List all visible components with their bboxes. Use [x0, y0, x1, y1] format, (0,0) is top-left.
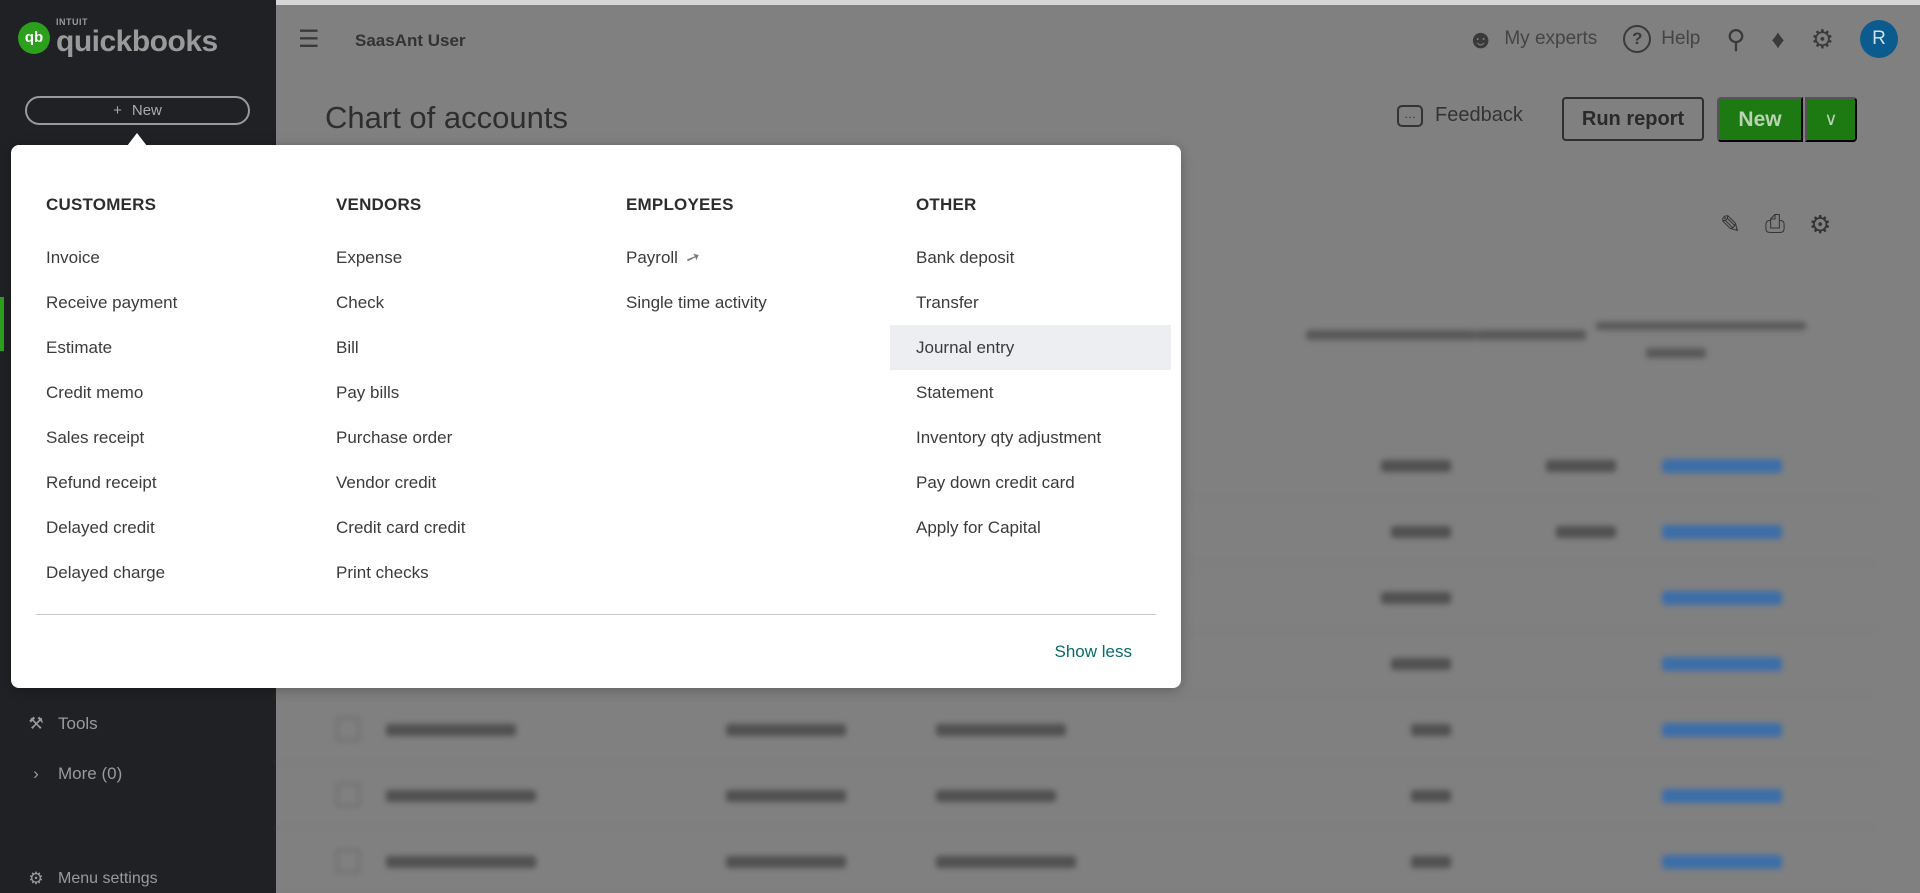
menu-item-transfer[interactable]: Transfer [916, 280, 1166, 325]
menu-item-receive-payment[interactable]: Receive payment [46, 280, 296, 325]
menu-item-expense[interactable]: Expense [336, 235, 586, 280]
sidebar-item-tools[interactable]: ⚒ Tools [26, 714, 98, 734]
menu-column-other: OTHER Bank deposit Transfer Journal entr… [890, 195, 1171, 550]
menu-item-pay-down-credit-card[interactable]: Pay down credit card [916, 460, 1166, 505]
feedback-icon: … [1397, 104, 1423, 127]
menu-item-inventory-qty-adjustment[interactable]: Inventory qty adjustment [916, 415, 1166, 460]
sidebar-item-label: Tools [58, 714, 98, 733]
menu-item-delayed-charge[interactable]: Delayed charge [46, 550, 296, 595]
new-transaction-menu: CUSTOMERS Invoice Receive payment Estima… [11, 145, 1181, 688]
menu-item-apply-for-capital[interactable]: Apply for Capital [916, 505, 1166, 550]
menu-item-single-time-activity[interactable]: Single time activity [626, 280, 876, 325]
menu-item-credit-memo[interactable]: Credit memo [46, 370, 296, 415]
logo-name: quickbooks [56, 25, 218, 58]
hamburger-icon[interactable]: ☰ [298, 25, 320, 54]
sidebar-item-menu-settings[interactable]: ⚙ Menu settings [26, 869, 158, 889]
print-icon[interactable]: ⎙ [1765, 210, 1785, 240]
menu-column-customers: CUSTOMERS Invoice Receive payment Estima… [46, 195, 296, 595]
menu-item-delayed-credit[interactable]: Delayed credit [46, 505, 296, 550]
sidebar-item-label: Menu settings [58, 870, 158, 887]
menu-item-refund-receipt[interactable]: Refund receipt [46, 460, 296, 505]
avatar[interactable]: R [1860, 20, 1898, 58]
menu-column-vendors: VENDORS Expense Check Bill Pay bills Pur… [336, 195, 586, 595]
bell-icon[interactable]: ♦ [1771, 24, 1784, 55]
menu-pointer [127, 133, 147, 146]
menu-column-heading: EMPLOYEES [626, 195, 734, 214]
menu-item-pay-bills[interactable]: Pay bills [336, 370, 586, 415]
menu-item-credit-card-credit[interactable]: Credit card credit [336, 505, 586, 550]
menu-item-check[interactable]: Check [336, 280, 586, 325]
pencil-icon[interactable]: ✎ [1720, 210, 1741, 240]
menu-item-bill[interactable]: Bill [336, 325, 586, 370]
chevron-right-icon: › [33, 764, 39, 783]
new-dropdown-button[interactable]: ∨ [1805, 97, 1857, 142]
menu-item-vendor-credit[interactable]: Vendor credit [336, 460, 586, 505]
help-button[interactable]: ? Help [1623, 25, 1700, 53]
menu-item-purchase-order[interactable]: Purchase order [336, 415, 586, 460]
settings-icon[interactable]: ⚙ [1809, 210, 1831, 240]
new-account-button[interactable]: New [1717, 97, 1803, 142]
my-experts-button[interactable]: ☻ My experts [1467, 24, 1597, 55]
sidebar-new-button[interactable]: + New [25, 96, 250, 125]
top-bar: ☰ SaasAnt User ☻ My experts ? Help ⚲ ♦ ⚙… [276, 0, 1920, 70]
menu-item-label: Payroll [626, 248, 678, 267]
help-icon: ? [1623, 25, 1652, 53]
menu-divider [36, 614, 1156, 615]
menu-column-employees: EMPLOYEES Payroll ➚ Single time activity [626, 195, 876, 325]
feedback-label: Feedback [1435, 104, 1523, 126]
sidebar-new-label: New [131, 102, 162, 119]
help-label: Help [1661, 28, 1701, 49]
show-less-link[interactable]: Show less [1055, 642, 1132, 662]
menu-item-bank-deposit[interactable]: Bank deposit [916, 235, 1166, 280]
gear-icon: ⚙ [28, 869, 44, 888]
menu-item-sales-receipt[interactable]: Sales receipt [46, 415, 296, 460]
my-experts-label: My experts [1504, 28, 1598, 49]
sidebar-item-label: More (0) [58, 764, 123, 783]
payroll-upgrade-icon: ➚ [683, 246, 704, 269]
menu-item-journal-entry[interactable]: Journal entry [890, 325, 1171, 370]
page-title: Chart of accounts [325, 100, 568, 135]
menu-item-payroll[interactable]: Payroll ➚ [626, 235, 876, 280]
chevron-down-icon: ∨ [1824, 109, 1838, 129]
feedback-button[interactable]: … Feedback [1397, 104, 1523, 127]
plus-icon: + [113, 102, 122, 119]
sidebar-item-more[interactable]: › More (0) [26, 764, 122, 784]
run-report-button[interactable]: Run report [1562, 97, 1704, 141]
menu-item-statement[interactable]: Statement [916, 370, 1166, 415]
menu-item-estimate[interactable]: Estimate [46, 325, 296, 370]
active-nav-indicator [0, 297, 4, 351]
menu-column-heading: CUSTOMERS [46, 195, 157, 214]
company-name: SaasAnt User [355, 31, 466, 50]
search-icon[interactable]: ⚲ [1726, 24, 1745, 55]
gear-icon[interactable]: ⚙ [1811, 24, 1834, 55]
logo-mark-icon: qb [18, 21, 50, 54]
menu-column-heading: OTHER [916, 195, 977, 214]
quickbooks-logo[interactable]: qb INTUIT quickbooks [18, 18, 218, 57]
tools-icon: ⚒ [28, 714, 44, 733]
my-experts-icon: ☻ [1467, 23, 1495, 54]
menu-column-heading: VENDORS [336, 195, 422, 214]
menu-item-invoice[interactable]: Invoice [46, 235, 296, 280]
menu-item-print-checks[interactable]: Print checks [336, 550, 586, 595]
